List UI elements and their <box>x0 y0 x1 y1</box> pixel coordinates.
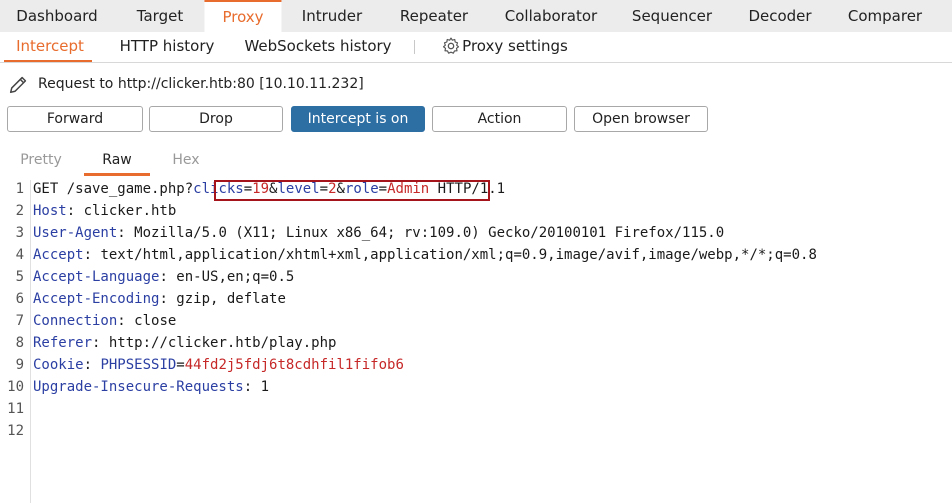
header-name: Accept-Language <box>33 269 160 285</box>
tab-http-history[interactable]: HTTP history <box>120 32 215 62</box>
cookie-value: 44fd2j5fdj6t8cdhfil1fifob6 <box>184 357 404 373</box>
tab-target[interactable]: Target <box>137 0 183 32</box>
header-value: text/html,application/xhtml+xml,applicat… <box>100 247 817 263</box>
highlighted-parameters-box <box>214 180 490 201</box>
header-value: Mozilla/5.0 (X11; Linux x86_64; rv:109.0… <box>134 225 725 241</box>
line-number: 11 <box>7 401 24 417</box>
line-number: 2 <box>15 203 24 219</box>
proxy-sub-tab-bar: Intercept HTTP history WebSockets histor… <box>0 32 952 63</box>
line-number: 3 <box>15 225 24 241</box>
header-name: Accept-Encoding <box>33 291 160 307</box>
gutter-divider <box>30 180 31 503</box>
header-line: Referer: http://clicker.htb/play.php <box>33 335 336 351</box>
open-browser-button[interactable]: Open browser <box>574 106 708 132</box>
tab-intruder[interactable]: Intruder <box>302 0 362 32</box>
tab-sequencer[interactable]: Sequencer <box>632 0 712 32</box>
drop-button[interactable]: Drop <box>149 106 283 132</box>
header-line: Accept: text/html,application/xhtml+xml,… <box>33 247 817 263</box>
header-value: http://clicker.htb/play.php <box>108 335 337 351</box>
line-number: 1 <box>15 181 24 197</box>
line-number: 8 <box>15 335 24 351</box>
header-name: Referer <box>33 335 93 351</box>
active-subtab-underline <box>4 60 92 62</box>
header-line: User-Agent: Mozilla/5.0 (X11; Linux x86_… <box>33 225 724 241</box>
header-separator: : <box>83 357 101 373</box>
header-line: Upgrade-Insecure-Requests: 1 <box>33 379 269 395</box>
line-number: 6 <box>15 291 24 307</box>
tab-repeater[interactable]: Repeater <box>400 0 468 32</box>
header-name: Accept <box>33 247 84 263</box>
request-method-path: GET /save_game.php? <box>33 181 194 197</box>
request-target-label: Request to http://clicker.htb:80 [10.10.… <box>38 76 364 92</box>
tab-proxy[interactable]: Proxy <box>204 0 282 32</box>
pencil-icon <box>9 76 27 94</box>
tab-hex[interactable]: Hex <box>172 152 199 168</box>
header-separator: : <box>92 335 109 351</box>
line-number: 10 <box>7 379 24 395</box>
header-separator: : <box>66 203 84 219</box>
header-name: Upgrade-Insecure-Requests <box>33 379 244 395</box>
tab-proxy-settings[interactable]: Proxy settings <box>462 32 568 62</box>
header-line: Connection: close <box>33 313 176 329</box>
line-number: 7 <box>15 313 24 329</box>
header-value: clicker.htb <box>83 203 177 219</box>
top-tab-bar: Dashboard Target Proxy Intruder Repeater… <box>0 0 952 32</box>
burp-suite-window: Dashboard Target Proxy Intruder Repeater… <box>0 0 952 503</box>
header-line: Accept-Encoding: gzip, deflate <box>33 291 286 307</box>
line-number: 5 <box>15 269 24 285</box>
cookie-name: PHPSESSID <box>100 357 177 373</box>
header-name: Cookie <box>33 357 84 373</box>
header-value: gzip, deflate <box>176 291 286 307</box>
header-separator: : <box>117 313 135 329</box>
header-separator: : <box>117 225 135 241</box>
header-line: Host: clicker.htb <box>33 203 176 219</box>
header-name: Host <box>33 203 67 219</box>
subtab-divider <box>414 40 415 54</box>
header-name: Connection <box>33 313 118 329</box>
tab-dashboard[interactable]: Dashboard <box>16 0 97 32</box>
header-separator: : <box>159 291 177 307</box>
active-editor-tab-underline <box>84 173 150 176</box>
header-separator: : <box>83 247 101 263</box>
line-number: 12 <box>7 423 24 439</box>
tab-websockets-history[interactable]: WebSockets history <box>244 32 391 62</box>
tab-intercept[interactable]: Intercept <box>16 32 84 62</box>
header-separator: : <box>243 379 261 395</box>
line-number: 9 <box>15 357 24 373</box>
tab-decoder[interactable]: Decoder <box>748 0 811 32</box>
intercept-toggle-button[interactable]: Intercept is on <box>291 106 425 132</box>
header-line: Cookie: PHPSESSID=44fd2j5fdj6t8cdhfil1fi… <box>33 357 404 373</box>
action-button[interactable]: Action <box>432 106 567 132</box>
line-number: 4 <box>15 247 24 263</box>
header-value: en-US,en;q=0.5 <box>176 269 295 285</box>
forward-button[interactable]: Forward <box>7 106 143 132</box>
cookie-equals: = <box>176 357 185 373</box>
tab-raw[interactable]: Raw <box>102 152 131 168</box>
header-name: User-Agent <box>33 225 118 241</box>
header-line: Accept-Language: en-US,en;q=0.5 <box>33 269 294 285</box>
tab-pretty[interactable]: Pretty <box>20 152 62 168</box>
gear-icon[interactable] <box>441 36 461 56</box>
header-value: 1 <box>260 379 270 395</box>
tab-comparer[interactable]: Comparer <box>848 0 922 32</box>
tab-collaborator[interactable]: Collaborator <box>505 0 597 32</box>
header-separator: : <box>159 269 177 285</box>
header-value: close <box>134 313 177 329</box>
